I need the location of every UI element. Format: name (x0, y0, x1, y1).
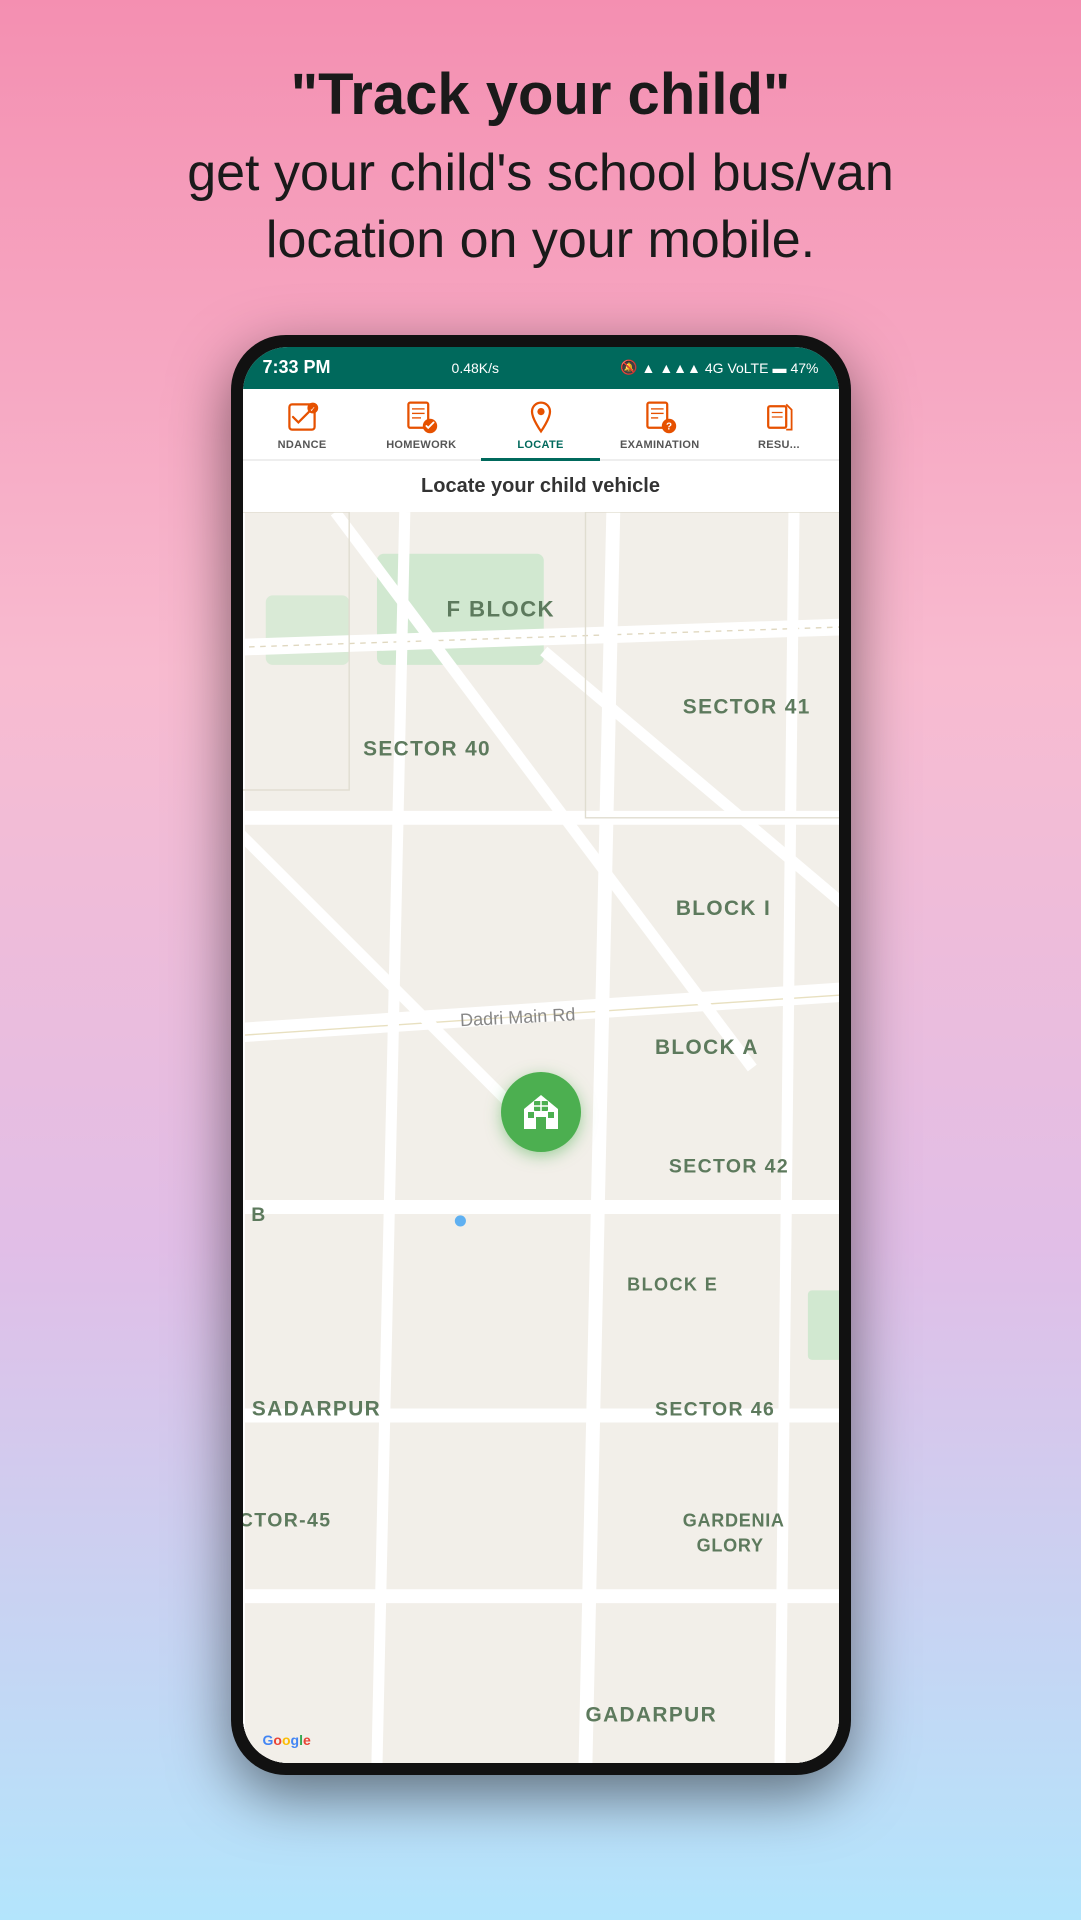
svg-text:GARDENIA: GARDENIA (682, 1510, 784, 1530)
google-watermark: Google (263, 1732, 311, 1748)
battery-percent: 47% (790, 360, 818, 376)
phone-frame: 7:33 PM 0.48K/s 🔕 ▲ ▲▲▲ 4G VoLTE ▬ 47% (231, 335, 851, 1775)
attendance-icon: ✓ (284, 399, 320, 435)
tab-homework[interactable]: HOMEWORK (362, 389, 481, 459)
tab-bar: ✓ NDANCE HOME (243, 389, 839, 461)
svg-text:GADARPUR: GADARPUR (585, 1703, 717, 1726)
school-marker-icon (516, 1087, 566, 1137)
header-subtitle: get your child's school bus/van location… (187, 140, 894, 275)
location-marker (501, 1072, 581, 1152)
tab-examination[interactable]: ? EXAMINATION (600, 389, 719, 459)
svg-text:F BLOCK: F BLOCK (446, 596, 555, 621)
homework-icon (403, 399, 439, 435)
wifi-icon: ▲ (641, 360, 655, 376)
svg-text:SECTOR-45: SECTOR-45 (243, 1509, 331, 1531)
mute-icon: 🔕 (620, 359, 637, 376)
svg-text:GLORY: GLORY (696, 1536, 763, 1556)
svg-text:SECTOR 40: SECTOR 40 (363, 737, 491, 760)
tab-result[interactable]: RESU... (719, 389, 838, 459)
phone-mockup: 7:33 PM 0.48K/s 🔕 ▲ ▲▲▲ 4G VoLTE ▬ 47% (231, 335, 851, 1775)
svg-text:SECTOR 41: SECTOR 41 (682, 695, 810, 718)
map-container[interactable]: F BLOCK SECTOR 41 SECTOR 40 Dadri Main R… (243, 512, 839, 1763)
svg-text:BLOCK B: BLOCK B (243, 1204, 267, 1226)
tab-locate-label: LOCATE (517, 439, 563, 451)
phone-screen: 7:33 PM 0.48K/s 🔕 ▲ ▲▲▲ 4G VoLTE ▬ 47% (243, 347, 839, 1763)
status-speed: 0.48K/s (452, 360, 499, 376)
tab-homework-label: HOMEWORK (386, 439, 456, 451)
svg-text:?: ? (666, 421, 672, 432)
svg-text:✓: ✓ (310, 404, 316, 413)
tab-examination-label: EXAMINATION (620, 439, 699, 451)
tab-result-label: RESU... (758, 439, 800, 451)
status-time: 7:33 PM (263, 357, 331, 378)
result-icon (761, 399, 797, 435)
examination-icon: ? (642, 399, 678, 435)
tab-attendance-label: NDANCE (278, 439, 327, 451)
svg-text:BLOCK I: BLOCK I (675, 897, 770, 920)
signal-icon: ▲▲▲ (659, 360, 701, 376)
svg-text:SADARPUR: SADARPUR (251, 1397, 380, 1420)
svg-text:BLOCK E: BLOCK E (627, 1274, 718, 1294)
network-type: 4G VoLTE (705, 360, 769, 376)
tab-locate[interactable]: LOCATE (481, 389, 600, 459)
phone-screen-container: 7:33 PM 0.48K/s 🔕 ▲ ▲▲▲ 4G VoLTE ▬ 47% (243, 347, 839, 1763)
tab-attendance[interactable]: ✓ NDANCE (243, 389, 362, 459)
svg-text:SECTOR 42: SECTOR 42 (668, 1155, 788, 1177)
header-section: "Track your child" get your child's scho… (107, 0, 974, 315)
status-right: 🔕 ▲ ▲▲▲ 4G VoLTE ▬ 47% (620, 359, 818, 376)
page-title: Locate your child vehicle (243, 461, 839, 512)
svg-text:SECTOR 46: SECTOR 46 (654, 1398, 774, 1420)
locate-icon (523, 399, 559, 435)
status-bar: 7:33 PM 0.48K/s 🔕 ▲ ▲▲▲ 4G VoLTE ▬ 47% (243, 347, 839, 389)
svg-text:BLOCK A: BLOCK A (654, 1036, 758, 1059)
battery-indicator: ▬ (772, 360, 786, 376)
header-title: "Track your child" (187, 60, 894, 130)
